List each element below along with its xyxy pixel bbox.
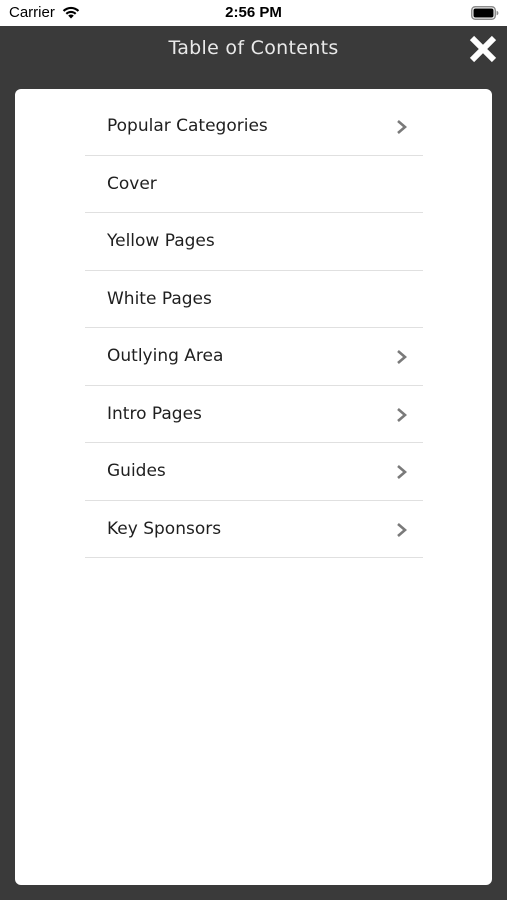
toc-panel: Popular Categories Cover Yellow Pages Wh… xyxy=(15,89,492,885)
toc-item-intro-pages[interactable]: Intro Pages xyxy=(85,386,423,443)
chevron-right-icon xyxy=(397,465,407,479)
toc-item-guides[interactable]: Guides xyxy=(85,443,423,501)
toc-item-label: Outlying Area xyxy=(107,346,224,366)
toc-item-label: Intro Pages xyxy=(107,403,202,424)
chevron-right-icon xyxy=(397,120,407,134)
toc-list: Popular Categories Cover Yellow Pages Wh… xyxy=(85,98,423,558)
toc-item-label: Yellow Pages xyxy=(107,231,215,251)
toc-item-yellow-pages[interactable]: Yellow Pages xyxy=(85,213,423,271)
toc-item-label: Cover xyxy=(107,173,157,194)
toc-item-white-pages[interactable]: White Pages xyxy=(85,271,423,328)
toc-item-popular-categories[interactable]: Popular Categories xyxy=(85,98,423,156)
close-icon[interactable] xyxy=(466,32,500,66)
chevron-right-icon xyxy=(397,407,407,422)
toc-item-cover[interactable]: Cover xyxy=(85,156,423,213)
toc-item-label: Key Sponsors xyxy=(107,518,222,539)
battery-icon xyxy=(471,6,499,20)
page-title: Table of Contents xyxy=(168,37,339,59)
app-screen: Table of Contents Popular Categories Cov… xyxy=(0,26,507,900)
status-bar: Carrier 2:56 PM xyxy=(0,0,507,26)
toc-item-label: White Pages xyxy=(107,288,212,309)
toc-item-key-sponsors[interactable]: Key Sponsors xyxy=(85,501,423,558)
toc-item-label: Popular Categories xyxy=(107,116,268,136)
toc-item-label: Guides xyxy=(107,461,166,481)
status-time: 2:56 PM xyxy=(225,4,282,21)
chevron-right-icon xyxy=(397,522,407,537)
toc-item-outlying-area[interactable]: Outlying Area xyxy=(85,328,423,386)
chevron-right-icon xyxy=(397,350,407,364)
